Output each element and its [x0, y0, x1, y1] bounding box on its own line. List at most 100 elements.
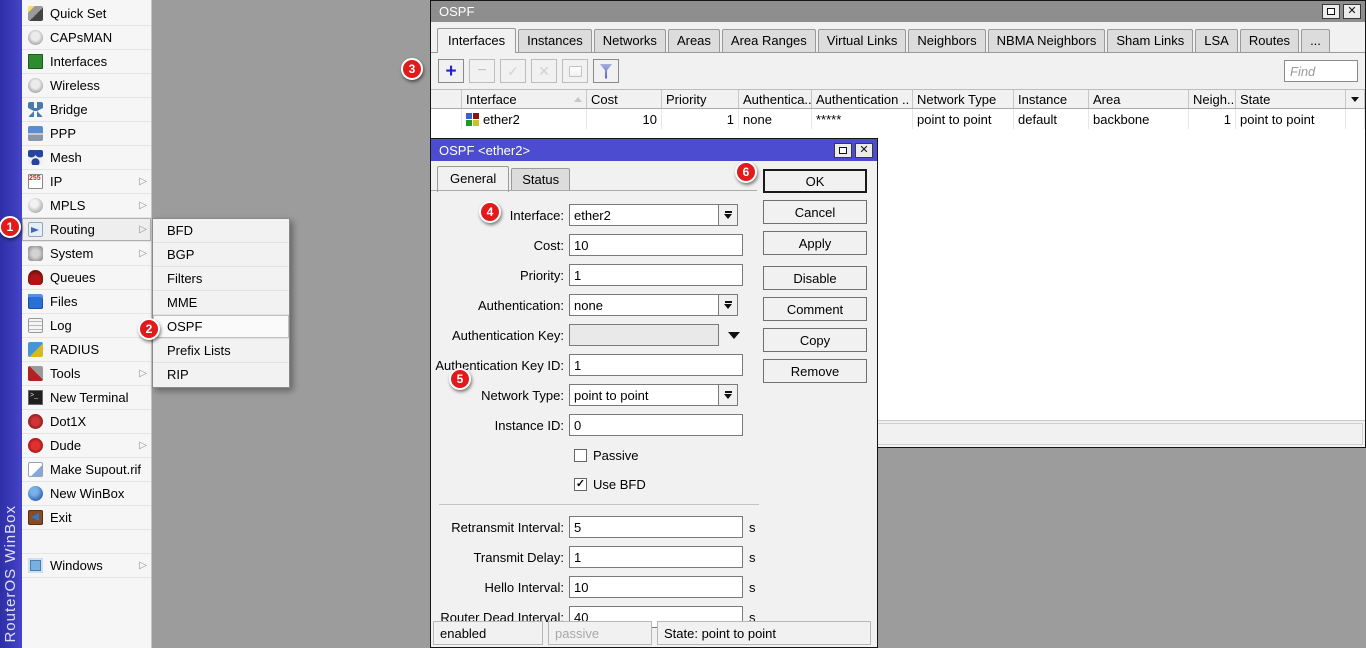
sidebar-item-routing[interactable]: Routing▷	[22, 218, 151, 242]
sidebar-item-system[interactable]: System▷	[22, 242, 151, 266]
remove-button[interactable]	[469, 59, 495, 83]
sidebar-item-label: Exit	[50, 510, 72, 525]
dialog-titlebar[interactable]: OSPF <ether2>	[431, 139, 877, 161]
sidebar-item-radius[interactable]: RADIUS	[22, 338, 151, 362]
column-state[interactable]: State	[1236, 90, 1346, 108]
sidebar-item-bridge[interactable]: Bridge	[22, 98, 151, 122]
authentication-field[interactable]	[569, 294, 719, 316]
network-type-dropdown-button[interactable]	[719, 384, 738, 406]
tab-area-ranges[interactable]: Area Ranges	[722, 29, 816, 52]
hello-interval-field[interactable]	[569, 576, 743, 598]
tab-routes[interactable]: Routes	[1240, 29, 1299, 52]
tab-general[interactable]: General	[437, 166, 509, 192]
sidebar-item-mpls[interactable]: MPLS▷	[22, 194, 151, 218]
use-bfd-checkbox[interactable]	[574, 478, 587, 491]
disable-button[interactable]	[531, 59, 557, 83]
cost-field[interactable]	[569, 234, 743, 256]
cancel-button[interactable]: Cancel	[763, 200, 867, 224]
remove-button[interactable]: Remove	[763, 359, 867, 383]
submenu-item-mme[interactable]: MME	[153, 291, 289, 315]
tab-areas[interactable]: Areas	[668, 29, 720, 52]
submenu-item-filters[interactable]: Filters	[153, 267, 289, 291]
instance-id-field[interactable]	[569, 414, 743, 436]
sidebar-item-tools[interactable]: Tools▷	[22, 362, 151, 386]
column-interface[interactable]: Interface	[462, 90, 587, 108]
enable-button[interactable]	[500, 59, 526, 83]
interface-field[interactable]	[569, 204, 719, 226]
column-authentication-key[interactable]: Authentication ..	[812, 90, 913, 108]
retransmit-interval-field[interactable]	[569, 516, 743, 538]
column-selector[interactable]	[431, 90, 462, 108]
submenu-item-ospf[interactable]: OSPF	[153, 315, 289, 339]
column-priority[interactable]: Priority	[662, 90, 739, 108]
sidebar-item-label: CAPsMAN	[50, 30, 112, 45]
column-instance[interactable]: Instance	[1014, 90, 1089, 108]
column-cost[interactable]: Cost	[587, 90, 662, 108]
column-authentication[interactable]: Authentica...	[739, 90, 812, 108]
sidebar-item-capsman[interactable]: CAPsMAN	[22, 26, 151, 50]
sidebar-item-new-winbox[interactable]: New WinBox	[22, 482, 151, 506]
filter-button[interactable]	[593, 59, 619, 83]
comment-button[interactable]	[562, 59, 588, 83]
maximize-button[interactable]	[1322, 4, 1340, 19]
dialog-close-button[interactable]	[855, 143, 873, 158]
files-icon	[28, 294, 43, 309]
sidebar-item-files[interactable]: Files	[22, 290, 151, 314]
comment-button[interactable]: Comment	[763, 297, 867, 321]
tab-interfaces[interactable]: Interfaces	[437, 28, 516, 53]
sidebar-item-wireless[interactable]: Wireless	[22, 74, 151, 98]
ospf-window-titlebar[interactable]: OSPF	[431, 1, 1365, 22]
table-row[interactable]: ether2 10 1 none ***** point to point de…	[431, 109, 1365, 129]
sidebar-item-queues[interactable]: Queues	[22, 266, 151, 290]
priority-field[interactable]	[569, 264, 743, 286]
dialog-maximize-button[interactable]	[834, 143, 852, 158]
sidebar-item-log[interactable]: Log	[22, 314, 151, 338]
supout-icon	[28, 462, 43, 477]
sidebar-item-windows[interactable]: Windows▷	[22, 554, 151, 578]
add-button[interactable]	[438, 59, 464, 83]
tab-virtual-links[interactable]: Virtual Links	[818, 29, 907, 52]
tab-lsa[interactable]: LSA	[1195, 29, 1238, 52]
submenu-item-rip[interactable]: RIP	[153, 363, 289, 387]
tab-instances[interactable]: Instances	[518, 29, 592, 52]
tab-neighbors[interactable]: Neighbors	[908, 29, 985, 52]
network-type-field[interactable]	[569, 384, 719, 406]
sidebar-item-quick-set[interactable]: Quick Set	[22, 2, 151, 26]
sidebar-item-ppp[interactable]: PPP	[22, 122, 151, 146]
sidebar-item-exit[interactable]: Exit	[22, 506, 151, 530]
submenu-item-bgp[interactable]: BGP	[153, 243, 289, 267]
dialog-buttons: OK Cancel Apply Disable Comment Copy Rem…	[763, 169, 867, 390]
expand-arrow-icon[interactable]	[728, 332, 740, 339]
tab-sham-links[interactable]: Sham Links	[1107, 29, 1193, 52]
authentication-dropdown-button[interactable]	[719, 294, 738, 316]
sidebar-item-make-supout[interactable]: Make Supout.rif	[22, 458, 151, 482]
tab-nbma-neighbors[interactable]: NBMA Neighbors	[988, 29, 1106, 52]
apply-button[interactable]: Apply	[763, 231, 867, 255]
copy-button[interactable]: Copy	[763, 328, 867, 352]
tab-status[interactable]: Status	[511, 168, 570, 191]
ok-button[interactable]: OK	[763, 169, 867, 193]
column-neighbors[interactable]: Neigh...	[1189, 90, 1236, 108]
submenu-item-bfd[interactable]: BFD	[153, 219, 289, 243]
sidebar-item-dot1x[interactable]: Dot1X	[22, 410, 151, 434]
interface-dropdown-button[interactable]	[719, 204, 738, 226]
transmit-delay-field[interactable]	[569, 546, 743, 568]
authentication-key-id-field[interactable]	[569, 354, 743, 376]
sidebar-item-dude[interactable]: Dude▷	[22, 434, 151, 458]
sidebar-item-new-terminal[interactable]: New Terminal	[22, 386, 151, 410]
unit-label: s	[749, 520, 756, 535]
submenu-item-prefix-lists[interactable]: Prefix Lists	[153, 339, 289, 363]
passive-checkbox[interactable]	[574, 449, 587, 462]
form-row-network-type: Network Type:	[431, 384, 767, 406]
tab-networks[interactable]: Networks	[594, 29, 666, 52]
find-input[interactable]	[1284, 60, 1358, 82]
sidebar-item-interfaces[interactable]: Interfaces	[22, 50, 151, 74]
column-network-type[interactable]: Network Type	[913, 90, 1014, 108]
column-picker-button[interactable]	[1346, 90, 1365, 108]
tab-more[interactable]: ...	[1301, 29, 1330, 52]
disable-button[interactable]: Disable	[763, 266, 867, 290]
sidebar-item-mesh[interactable]: Mesh	[22, 146, 151, 170]
close-button[interactable]	[1343, 4, 1361, 19]
column-area[interactable]: Area	[1089, 90, 1189, 108]
sidebar-item-ip[interactable]: IP▷	[22, 170, 151, 194]
